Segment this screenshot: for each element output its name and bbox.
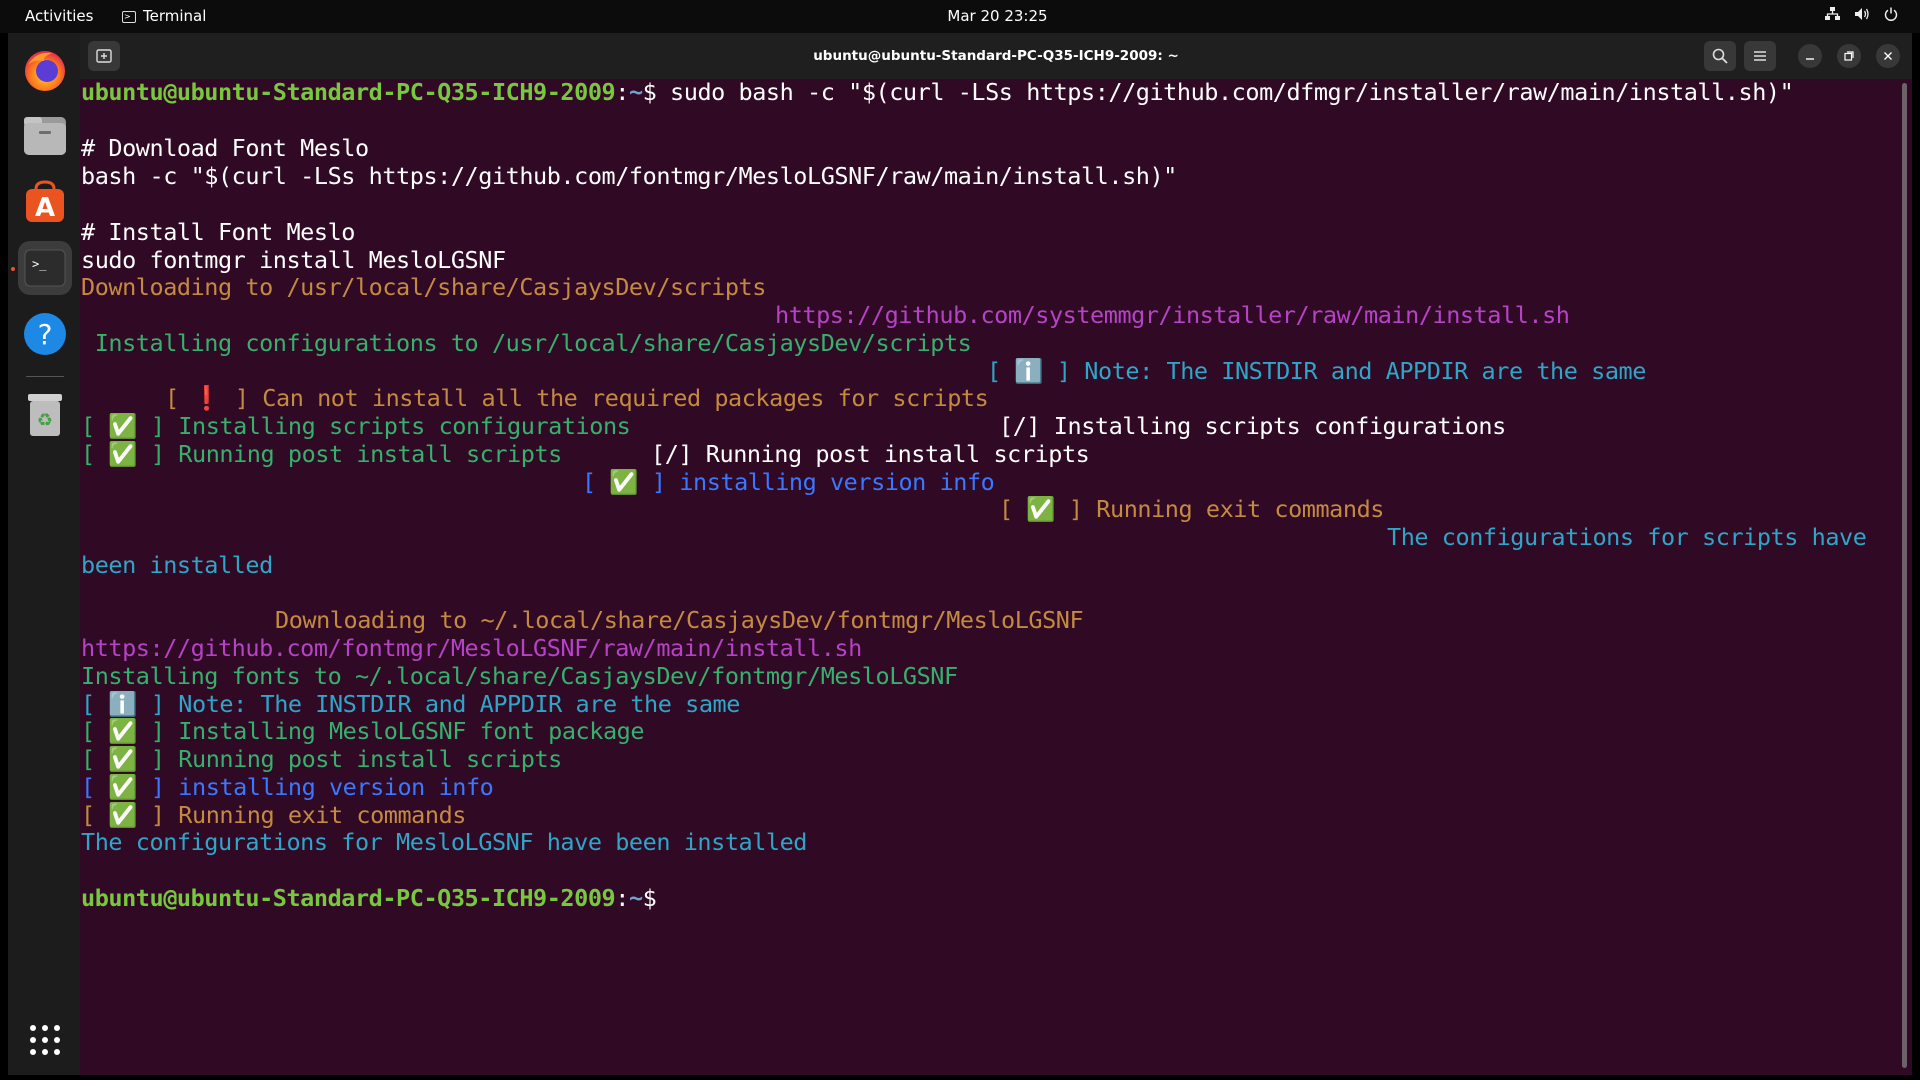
scrollbar[interactable] [1902,83,1907,1068]
output-line: [/] Running post install scripts [651,440,1090,468]
maximize-icon[interactable] [1837,44,1861,68]
output-line: [ ❗ ] Can not install all the required p… [165,384,989,412]
output-line: Downloading to /usr/local/share/CasjaysD… [81,273,766,301]
app-center-icon[interactable]: A [18,175,72,229]
network-icon[interactable] [1825,0,1840,33]
output-line: [ ✅ ] installing version info [582,468,995,496]
output-line: [ ✅ ] Running exit commands [81,801,466,829]
menu-icon[interactable] [1744,41,1776,71]
window-header: ubuntu@ubuntu-Standard-PC-Q35-ICH9-2009:… [80,33,1912,79]
help-icon[interactable]: ? [18,307,72,361]
dock: A >_ ? ♻ [8,33,80,1075]
files-icon[interactable] [18,109,72,163]
prompt-line: ubuntu@ubuntu-Standard-PC-Q35-ICH9-2009:… [81,78,1794,106]
close-icon[interactable] [1876,44,1900,68]
power-icon[interactable] [1884,0,1898,33]
window-title: ubuntu@ubuntu-Standard-PC-Q35-ICH9-2009:… [813,48,1179,64]
firefox-icon[interactable] [18,43,72,97]
output-line: [ ✅ ] Running post install scripts [81,440,562,468]
output-line: https://github.com/fontmgr/MesloLGSNF/ra… [81,634,862,662]
prompt-line: ubuntu@ubuntu-Standard-PC-Q35-ICH9-2009:… [81,884,670,912]
svg-text:♻: ♻ [37,410,53,431]
show-apps-icon[interactable] [18,1013,72,1067]
output-line: Installing configurations to /usr/local/… [81,329,972,357]
prompt-path: ~ [628,884,643,912]
output-line: The configurations for scripts have [1387,523,1867,551]
dock-separator [26,376,64,377]
output-line: bash -c "$(curl -LSs https://github.com/… [81,162,1177,190]
terminal-output[interactable]: ubuntu@ubuntu-Standard-PC-Q35-ICH9-2009:… [81,78,1901,1068]
prompt-symbol: $ [642,78,671,106]
output-line: [ ✅ ] Running post install scripts [81,745,562,773]
output-line: Downloading to ~/.local/share/CasjaysDev… [275,606,1084,634]
output-line: [ ℹ️ ] Note: The INSTDIR and APPDIR are … [987,357,1646,385]
clock[interactable]: Mar 20 23:25 [0,0,1920,33]
output-line: [/] Installing scripts configurations [999,412,1506,440]
prompt-separator: : [615,884,629,912]
prompt-symbol: $ [642,884,671,912]
output-line: sudo fontmgr install MesloLGSNF [81,246,506,274]
terminal-window[interactable]: ubuntu@ubuntu-Standard-PC-Q35-ICH9-2009:… [80,33,1912,1075]
svg-text:?: ? [38,318,53,351]
prompt-path: ~ [628,78,643,106]
system-tray[interactable] [1825,0,1898,33]
output-line: [ ℹ️ ] Note: The INSTDIR and APPDIR are … [81,690,740,718]
trash-icon[interactable]: ♻ [18,388,72,442]
output-line: [ ✅ ] Running exit commands [999,495,1384,523]
output-line: Installing fonts to ~/.local/share/Casja… [81,662,958,690]
output-line: been installed [81,551,273,579]
output-line: The configurations for MesloLGSNF have b… [81,828,808,856]
output-line: [ ✅ ] installing version info [81,773,494,801]
svg-text:A: A [35,193,55,223]
output-line: # Install Font Meslo [81,218,355,246]
top-bar: Activities > Terminal Mar 20 23:25 [0,0,1920,33]
output-line: [ ✅ ] Installing MesloLGSNF font package [81,717,645,745]
running-indicator [11,267,15,271]
command-text: sudo bash -c "$(curl -LSs https://github… [670,78,1794,106]
prompt-user: ubuntu@ubuntu-Standard-PC-Q35-ICH9-2009 [81,78,616,106]
terminal-icon[interactable]: >_ [18,241,72,295]
minimize-icon[interactable] [1798,44,1822,68]
output-line: # Download Font Meslo [81,134,369,162]
search-icon[interactable] [1704,41,1736,71]
prompt-user: ubuntu@ubuntu-Standard-PC-Q35-ICH9-2009 [81,884,616,912]
volume-icon[interactable] [1854,0,1870,33]
output-line: https://github.com/systemmgr/installer/r… [775,301,1570,329]
svg-text:>_: >_ [32,257,47,271]
output-line: [ ✅ ] Installing scripts configurations [81,412,631,440]
prompt-separator: : [615,78,629,106]
